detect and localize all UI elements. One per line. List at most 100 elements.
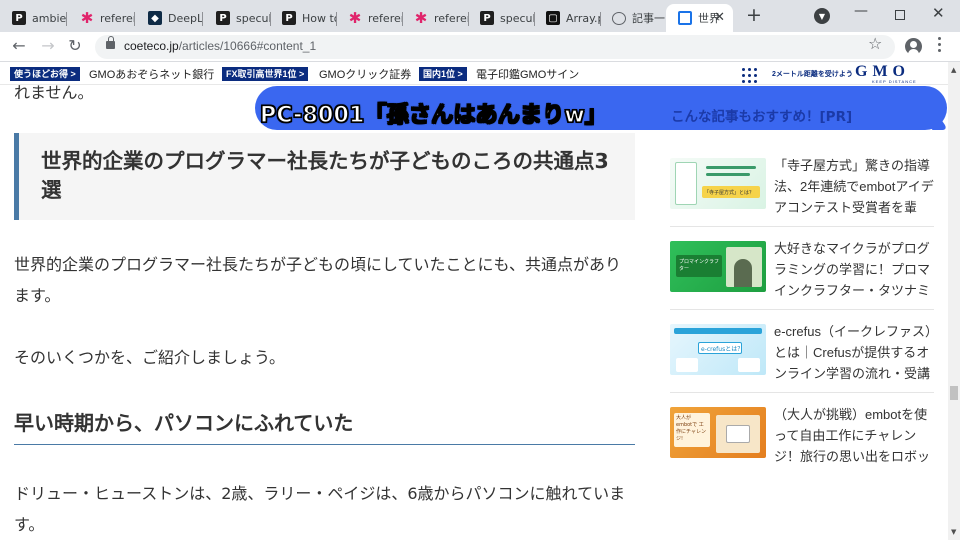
article-title[interactable]: e-crefus（イークレファス）とは｜Crefusが提供するオンライン学習の流… — [774, 321, 936, 387]
divider — [670, 309, 934, 310]
reload-icon[interactable]: ↻ — [65, 36, 85, 56]
gmo-ad-bar: 使うほどお得 > GMOあおぞらネット銀行 FX取引高世界1位 > GMOクリッ… — [0, 63, 948, 85]
ad-tag[interactable]: 使うほどお得 > — [10, 67, 80, 81]
tab-title: referen — [100, 11, 135, 25]
browser-tab[interactable]: P How to — [270, 4, 337, 32]
close-tab-icon[interactable]: ✕ — [714, 10, 725, 25]
scrollbar-thumb[interactable] — [950, 386, 958, 400]
previous-paragraph-tail: れません。 — [14, 85, 94, 102]
tab-title: DeepL — [168, 11, 203, 25]
star-icon: ✱ — [348, 9, 362, 27]
thumb-caption: e-crefusとは？ — [698, 342, 742, 354]
browser-tab-active[interactable]: 世界 ✕ — [666, 4, 733, 32]
new-tab-button[interactable]: + — [744, 5, 764, 25]
menu-kebab-icon[interactable] — [938, 37, 941, 52]
star-icon: ✱ — [80, 9, 94, 27]
article-title[interactable]: 大好きなマイクラがプログラミングの学習に！プロマインクラフター・タツナミさん… — [774, 238, 936, 304]
ad-link[interactable]: GMOクリック証券 — [319, 66, 411, 82]
gmo-logo-sub: KEEP DISTANCE — [872, 79, 917, 84]
coeteco-icon — [678, 11, 692, 25]
tab-title: specul — [500, 11, 535, 25]
browser-toolbar: ← → ↻ coeteco.jp/articles/10666#content_… — [0, 32, 960, 62]
thumb-person — [734, 259, 752, 287]
scroll-up-arrow-icon[interactable]: ▲ — [951, 66, 956, 74]
section-heading: 世界的企業のプログラマー社長たちが子どものころの共通点3選 — [41, 149, 609, 202]
subsection-heading: 早い時期から、パソコンにふれていた — [14, 411, 354, 435]
article-thumbnail[interactable]: プロマインクラフター — [670, 241, 766, 292]
tab-title: specul — [236, 11, 271, 25]
perplexity-icon: P — [216, 11, 230, 25]
thumb-line — [706, 173, 750, 176]
restore-icon[interactable] — [895, 10, 905, 20]
ad-tag[interactable]: FX取引高世界1位 > — [222, 67, 309, 81]
recommend-section-label: こんな記事もおすすめ！[PR] — [671, 109, 853, 125]
minimize-icon[interactable]: — — [854, 3, 868, 19]
tab-strip: P ambient ✱ referen ◆ DeepL P specul P H… — [0, 0, 960, 32]
window-close-icon[interactable]: ✕ — [932, 4, 945, 22]
ad-link[interactable]: GMOあおぞらネット銀行 — [89, 66, 214, 82]
article-thumbnail[interactable]: 大人が embotで 工作にチャレンジ! — [670, 407, 766, 458]
divider — [670, 392, 934, 393]
thumb-photo — [676, 358, 698, 372]
thumb-line — [706, 166, 756, 169]
recommended-article-card[interactable]: 「寺子屋方式」とは？ 「寺子屋方式」驚きの指導法、2年連続でembotアイデアコ… — [670, 158, 934, 234]
ad-tag[interactable]: 国内1位 > — [419, 67, 467, 81]
browser-tab[interactable]: ✱ referen — [336, 4, 403, 32]
thumb-photo — [738, 358, 760, 372]
forward-arrow-icon[interactable]: → — [38, 36, 58, 56]
divider — [670, 226, 934, 227]
tab-title: ambient — [32, 11, 67, 25]
recommended-article-card[interactable]: e-crefusとは？ e-crefus（イークレファス）とは｜Crefusが提… — [670, 324, 934, 400]
browser-tab[interactable]: P specul — [468, 4, 535, 32]
gmo-slogan: 2メートル距離を受けよう — [772, 71, 853, 78]
thumb-caption: 大人が embotで 工作にチャレンジ! — [674, 413, 710, 447]
browser-tab[interactable]: ◆ DeepL — [136, 4, 203, 32]
article-title[interactable]: （大人が挑戦）embotを使って自由工作にチャレンジ！旅行の思い出をロボットにし… — [774, 404, 936, 470]
thumb-caption: プロマインクラフター — [676, 255, 722, 277]
perplexity-icon: P — [12, 11, 26, 25]
thumb-robot — [726, 425, 750, 443]
overlay-video-title: PC-8001「孫さんはあんまりw」 — [259, 102, 608, 128]
paragraph: そのいくつかを、ご紹介しましょう。 — [14, 348, 286, 367]
gmo-apps-icon[interactable] — [742, 68, 757, 83]
browser-tab[interactable]: P ambient — [0, 4, 67, 32]
perplexity-icon: P — [480, 11, 494, 25]
article-thumbnail[interactable]: e-crefusとは？ — [670, 324, 766, 375]
recommended-article-card[interactable]: プロマインクラフター 大好きなマイクラがプログラミングの学習に！プロマインクラフ… — [670, 241, 934, 317]
lock-icon[interactable] — [106, 36, 115, 49]
star-icon: ✱ — [414, 9, 428, 27]
url-path: /articles/10666#content_1 — [178, 39, 317, 53]
section-heading-box: 世界的企業のプログラマー社長たちが子どものころの共通点3選 — [14, 133, 635, 220]
subsection-heading-box: 早い時期から、パソコンにふれていた — [14, 407, 635, 445]
back-arrow-icon[interactable]: ← — [9, 36, 29, 56]
url-text[interactable]: coeteco.jp/articles/10666#content_1 — [124, 39, 316, 53]
browser-tab[interactable]: ✱ referen — [402, 4, 469, 32]
tab-title: 記事一 — [632, 12, 665, 25]
profile-avatar-icon[interactable] — [905, 38, 922, 55]
url-domain: coeteco.jp — [124, 39, 179, 53]
bookmark-star-icon[interactable]: ☆ — [868, 34, 882, 53]
array-icon: ▢ — [546, 11, 560, 25]
browser-tab[interactable]: ▢ Array.p — [534, 4, 601, 32]
tab-title: referen — [368, 11, 403, 25]
globe-icon — [612, 11, 626, 25]
article-thumbnail[interactable]: 「寺子屋方式」とは？ — [670, 158, 766, 209]
ad-link[interactable]: 電子印鑑GMOサイン — [476, 66, 579, 82]
article-title[interactable]: 「寺子屋方式」驚きの指導法、2年連続でembotアイデアコンテスト受賞者を輩出… — [774, 155, 936, 221]
tab-search-icon[interactable]: ▼ — [814, 8, 830, 24]
address-bar[interactable]: coeteco.jp/articles/10666#content_1 — [95, 35, 895, 59]
page-scrollbar[interactable] — [948, 62, 960, 540]
tab-title: Array.p — [566, 11, 601, 25]
browser-tab[interactable]: 記事一 — [600, 4, 667, 32]
tab-title: referen — [434, 11, 469, 25]
deepl-icon: ◆ — [148, 11, 162, 25]
thumb-caption: 「寺子屋方式」とは？ — [702, 186, 760, 198]
scroll-down-arrow-icon[interactable]: ▼ — [951, 528, 956, 536]
thumb-figure — [675, 162, 697, 205]
paragraph: ドリュー・ヒューストンは、2歳、ラリー・ペイジは、6歳からパソコンに触れています… — [14, 484, 626, 534]
browser-tab[interactable]: ✱ referen — [68, 4, 135, 32]
recommended-article-card[interactable]: 大人が embotで 工作にチャレンジ! （大人が挑戦）embotを使って自由工… — [670, 407, 934, 483]
tab-title: How to — [302, 11, 337, 25]
browser-tab[interactable]: P specul — [204, 4, 271, 32]
thumb-bar — [674, 328, 762, 334]
